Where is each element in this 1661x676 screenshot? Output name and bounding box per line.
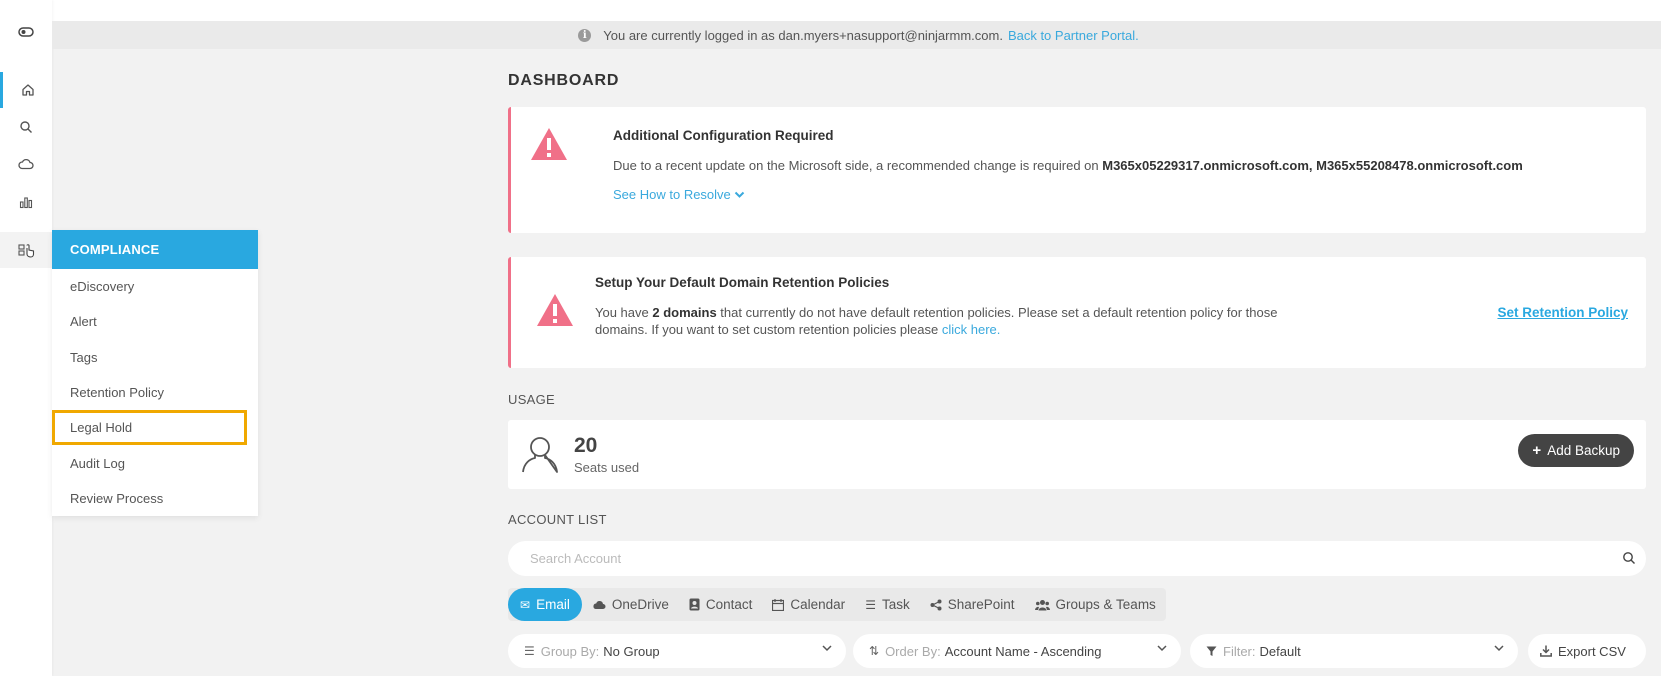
- filter-dropdown[interactable]: Filter: Default: [1190, 634, 1518, 668]
- chevron-down-icon: [735, 191, 745, 198]
- group-by-dropdown[interactable]: ☰ Group By: No Group: [508, 634, 846, 668]
- usage-section-label: USAGE: [508, 392, 556, 407]
- warning-icon: [537, 294, 573, 326]
- list-icon: ☰: [865, 597, 876, 612]
- login-notice-bar: i You are currently logged in as dan.mye…: [52, 21, 1661, 49]
- see-how-to-resolve-link[interactable]: See How to Resolve: [613, 186, 745, 203]
- retention-alert-title: Setup Your Default Domain Retention Poli…: [595, 275, 890, 290]
- compliance-menu-header[interactable]: COMPLIANCE: [52, 230, 258, 269]
- tab-groups-teams[interactable]: Groups & Teams: [1025, 588, 1166, 621]
- tab-calendar-label: Calendar: [790, 597, 846, 612]
- group-by-value: No Group: [603, 643, 660, 659]
- top-bar: [0, 0, 1661, 21]
- search-account-input[interactable]: [530, 551, 1590, 566]
- cloud-icon: [593, 600, 606, 609]
- see-how-to-resolve-label: See How to Resolve: [613, 187, 731, 202]
- menu-item-retention-policy[interactable]: Retention Policy: [52, 375, 258, 410]
- tab-task-label: Task: [881, 597, 910, 612]
- chevron-down-icon: [1157, 645, 1167, 652]
- icon-rail: [0, 0, 52, 676]
- account-list-label: ACCOUNT LIST: [508, 512, 607, 527]
- order-by-label: Order By:: [885, 643, 941, 659]
- tab-groups-teams-label: Groups & Teams: [1055, 597, 1156, 612]
- retention-alert-text: You have 2 domains that currently do not…: [595, 304, 1315, 338]
- menu-item-alert[interactable]: Alert: [52, 304, 258, 339]
- click-here-link[interactable]: click here.: [942, 322, 1001, 337]
- login-message: You are currently logged in as dan.myers…: [603, 27, 1003, 43]
- sort-icon: ⇅: [869, 644, 880, 658]
- add-backup-label: Add Backup: [1547, 443, 1620, 458]
- tab-onedrive[interactable]: OneDrive: [582, 588, 679, 621]
- account-type-tabs: ✉ Email OneDrive Contact Calendar ☰ Task…: [508, 588, 1166, 621]
- menu-item-legal-hold[interactable]: Legal Hold: [52, 410, 247, 446]
- home-icon[interactable]: [0, 72, 52, 108]
- search-account-box: [508, 541, 1646, 576]
- filter-label: Filter:: [1223, 643, 1256, 659]
- retention-text-1: You have: [595, 305, 649, 320]
- retention-text-3: domains. If you want to set custom reten…: [595, 322, 939, 337]
- seats-used-count: 20: [574, 434, 598, 457]
- chart-icon[interactable]: [0, 184, 52, 220]
- config-alert-text: Due to a recent update on the Microsoft …: [613, 157, 1523, 174]
- download-icon: [1540, 645, 1552, 657]
- retention-text-2: that currently do not have default reten…: [720, 305, 1278, 320]
- search-icon[interactable]: [0, 109, 52, 145]
- tab-contact-label: Contact: [705, 597, 753, 612]
- export-csv-label: Export CSV: [1558, 643, 1626, 659]
- export-csv-button[interactable]: Export CSV: [1528, 634, 1646, 668]
- filter-icon: [1206, 646, 1217, 656]
- info-icon: i: [578, 28, 592, 42]
- search-icon[interactable]: [1622, 551, 1636, 565]
- retention-domain-count: 2 domains: [652, 305, 717, 320]
- page-title: DASHBOARD: [508, 72, 620, 89]
- tab-sharepoint[interactable]: SharePoint: [920, 588, 1025, 621]
- tab-calendar[interactable]: Calendar: [762, 588, 855, 621]
- menu-item-ediscovery[interactable]: eDiscovery: [52, 269, 258, 304]
- user-icon: [522, 437, 558, 473]
- menu-item-audit-log[interactable]: Audit Log: [52, 445, 258, 480]
- tab-contact[interactable]: Contact: [679, 588, 763, 621]
- cloud-icon[interactable]: [0, 146, 52, 182]
- tab-email-label: Email: [536, 597, 570, 612]
- plus-icon: +: [1532, 442, 1542, 459]
- group-by-label: Group By:: [540, 643, 600, 659]
- users-icon: [1034, 599, 1050, 610]
- tab-sharepoint-label: SharePoint: [947, 597, 1015, 612]
- list-icon: ☰: [524, 644, 535, 658]
- config-alert-domains: M365x05229317.onmicrosoft.com, M365x5520…: [1102, 158, 1523, 173]
- menu-item-tags[interactable]: Tags: [52, 340, 258, 375]
- config-alert-title: Additional Configuration Required: [613, 128, 834, 143]
- warning-icon: [531, 128, 567, 160]
- compliance-menu: COMPLIANCE eDiscovery Alert Tags Retenti…: [52, 230, 258, 517]
- menu-item-review-process[interactable]: Review Process: [52, 481, 258, 516]
- order-by-value: Account Name - Ascending: [944, 643, 1102, 659]
- order-by-dropdown[interactable]: ⇅ Order By: Account Name - Ascending: [853, 634, 1181, 668]
- chevron-down-icon: [1494, 645, 1504, 652]
- config-alert-text-prefix: Due to a recent update on the Microsoft …: [613, 158, 1099, 173]
- envelope-icon: ✉: [520, 597, 531, 612]
- filter-value: Default: [1259, 643, 1301, 659]
- tab-email[interactable]: ✉ Email: [508, 588, 582, 621]
- back-to-partner-portal-link[interactable]: Back to Partner Portal.: [1008, 28, 1139, 43]
- usage-card: 20 Seats used + Add Backup: [508, 420, 1646, 489]
- compliance-icon[interactable]: [0, 232, 52, 268]
- contact-card-icon: [689, 598, 700, 611]
- tab-task[interactable]: ☰ Task: [855, 588, 920, 621]
- tab-onedrive-label: OneDrive: [611, 597, 669, 612]
- share-icon: [930, 599, 942, 610]
- config-alert-card: Additional Configuration Required Due to…: [508, 107, 1646, 233]
- chevron-down-icon: [822, 645, 832, 652]
- calendar-icon: [772, 598, 785, 611]
- seats-used-label: Seats used: [574, 460, 640, 475]
- set-retention-policy-link[interactable]: Set Retention Policy: [1497, 305, 1628, 320]
- add-backup-button[interactable]: + Add Backup: [1518, 434, 1634, 467]
- retention-alert-card: Setup Your Default Domain Retention Poli…: [508, 257, 1646, 368]
- toggle-icon[interactable]: [0, 14, 52, 50]
